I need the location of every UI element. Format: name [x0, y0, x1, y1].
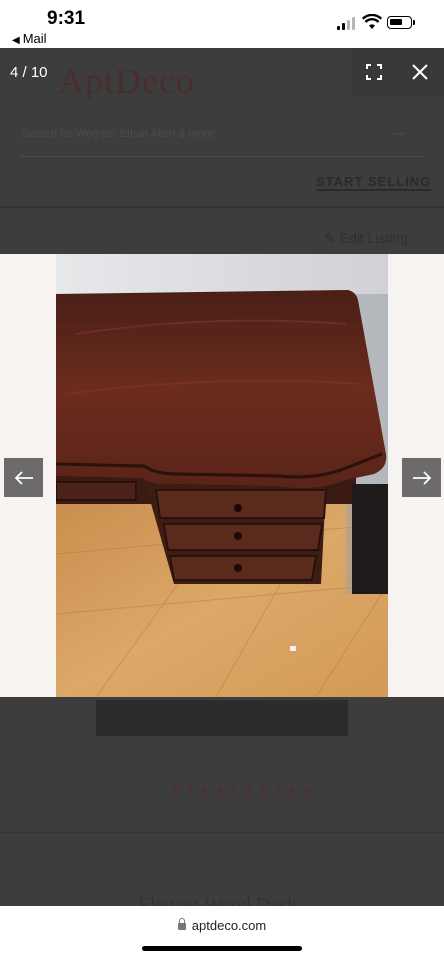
previous-image-button[interactable] [4, 458, 43, 497]
address-bar[interactable]: aptdeco.com [0, 918, 444, 933]
arrow-right-icon [412, 470, 431, 485]
tab-divider [0, 818, 444, 833]
back-app-label: Mail [22, 31, 47, 46]
close-icon[interactable] [410, 62, 430, 82]
home-indicator[interactable] [142, 946, 302, 951]
status-bar: 9:31 ◀ Mail [0, 0, 444, 48]
search-arrow-icon: → [388, 120, 408, 142]
edit-listing-label: Edit Listing [339, 230, 409, 246]
battery-icon [387, 16, 415, 29]
thumbnail-strip [96, 700, 348, 736]
search-placeholder: Search for Wegner, Ethan Allen & more [22, 128, 214, 140]
divider [0, 206, 444, 208]
pencil-icon: ✎ [324, 230, 336, 246]
image-dots: ● ● ● ● ● ● ● ● ● ● [172, 782, 313, 796]
lock-icon [177, 918, 186, 930]
edit-listing-link: ✎ Edit Listing [324, 230, 408, 247]
start-selling-link: START SELLING [316, 174, 432, 191]
arrow-left-icon [14, 470, 33, 485]
cellular-signal-icon [337, 17, 357, 30]
next-image-button[interactable] [402, 458, 441, 497]
product-photo [56, 254, 388, 697]
back-to-mail[interactable]: ◀ Mail [12, 31, 47, 46]
back-triangle-icon: ◀ [12, 35, 20, 46]
browser-bottom-bar: aptdeco.com [0, 906, 444, 960]
desk-photo-illustration [56, 254, 388, 697]
image-counter: 4 / 10 [10, 64, 48, 81]
url-text: aptdeco.com [191, 918, 267, 933]
wifi-icon [362, 14, 382, 29]
clock: 9:31 [47, 8, 86, 29]
fullscreen-icon[interactable] [366, 64, 382, 80]
